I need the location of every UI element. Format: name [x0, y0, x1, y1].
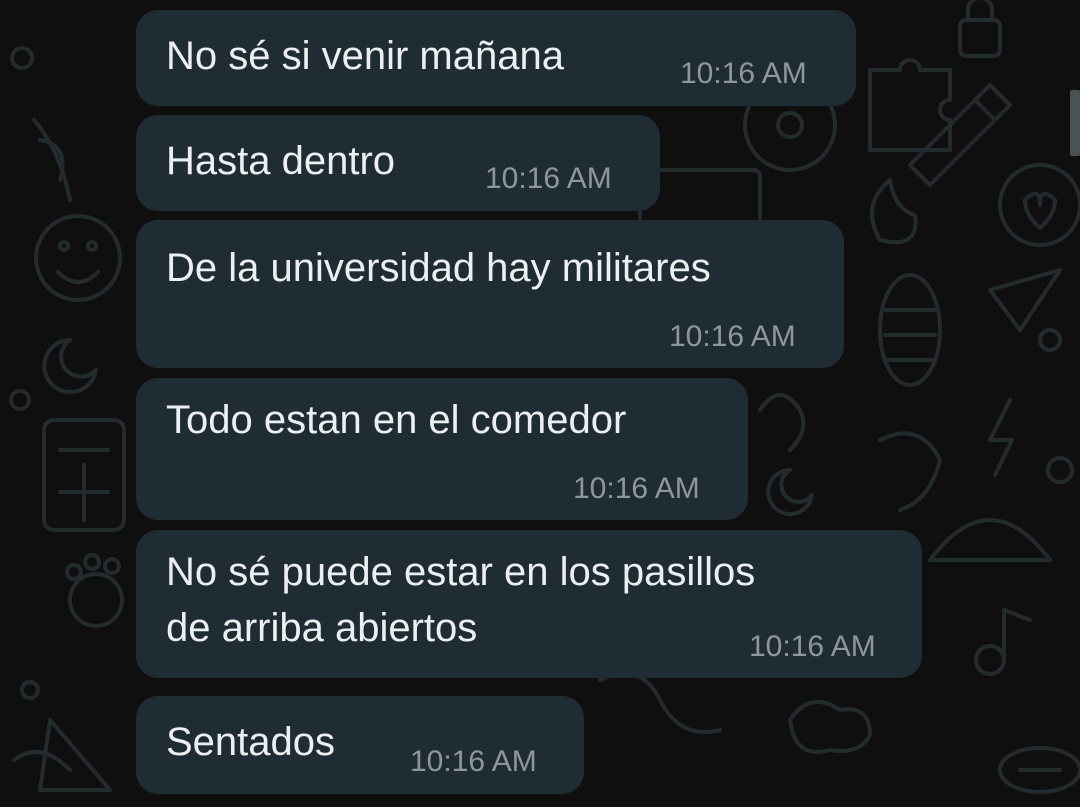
- message-text: No sé si venir mañana: [166, 34, 564, 78]
- message-text: No sé puede estar en los pasillos: [166, 550, 756, 594]
- message-timestamp: 10:16 AM: [680, 57, 807, 90]
- message-bubble[interactable]: Sentados 10:16 AM: [136, 696, 584, 794]
- message-text: De la universidad hay militares: [166, 246, 711, 290]
- message-bubble[interactable]: No sé si venir mañana 10:16 AM: [136, 10, 856, 106]
- message-bubble[interactable]: Hasta dentro 10:16 AM: [136, 115, 660, 211]
- message-text: de arriba abiertos: [166, 606, 478, 650]
- message-bubble[interactable]: No sé puede estar en los pasillos de arr…: [136, 530, 922, 678]
- message-timestamp: 10:16 AM: [669, 320, 796, 353]
- message-timestamp: 10:16 AM: [573, 472, 700, 505]
- message-text: Sentados: [166, 720, 336, 764]
- message-bubble[interactable]: De la universidad hay militares 10:16 AM: [136, 220, 844, 368]
- message-timestamp: 10:16 AM: [749, 630, 876, 663]
- message-list: No sé si venir mañana 10:16 AM Hasta den…: [0, 0, 1080, 807]
- message-timestamp: 10:16 AM: [410, 745, 537, 778]
- message-text: Todo estan en el comedor: [166, 398, 627, 442]
- message-timestamp: 10:16 AM: [485, 162, 612, 195]
- message-bubble[interactable]: Todo estan en el comedor 10:16 AM: [136, 378, 748, 520]
- message-text: Hasta dentro: [166, 139, 396, 183]
